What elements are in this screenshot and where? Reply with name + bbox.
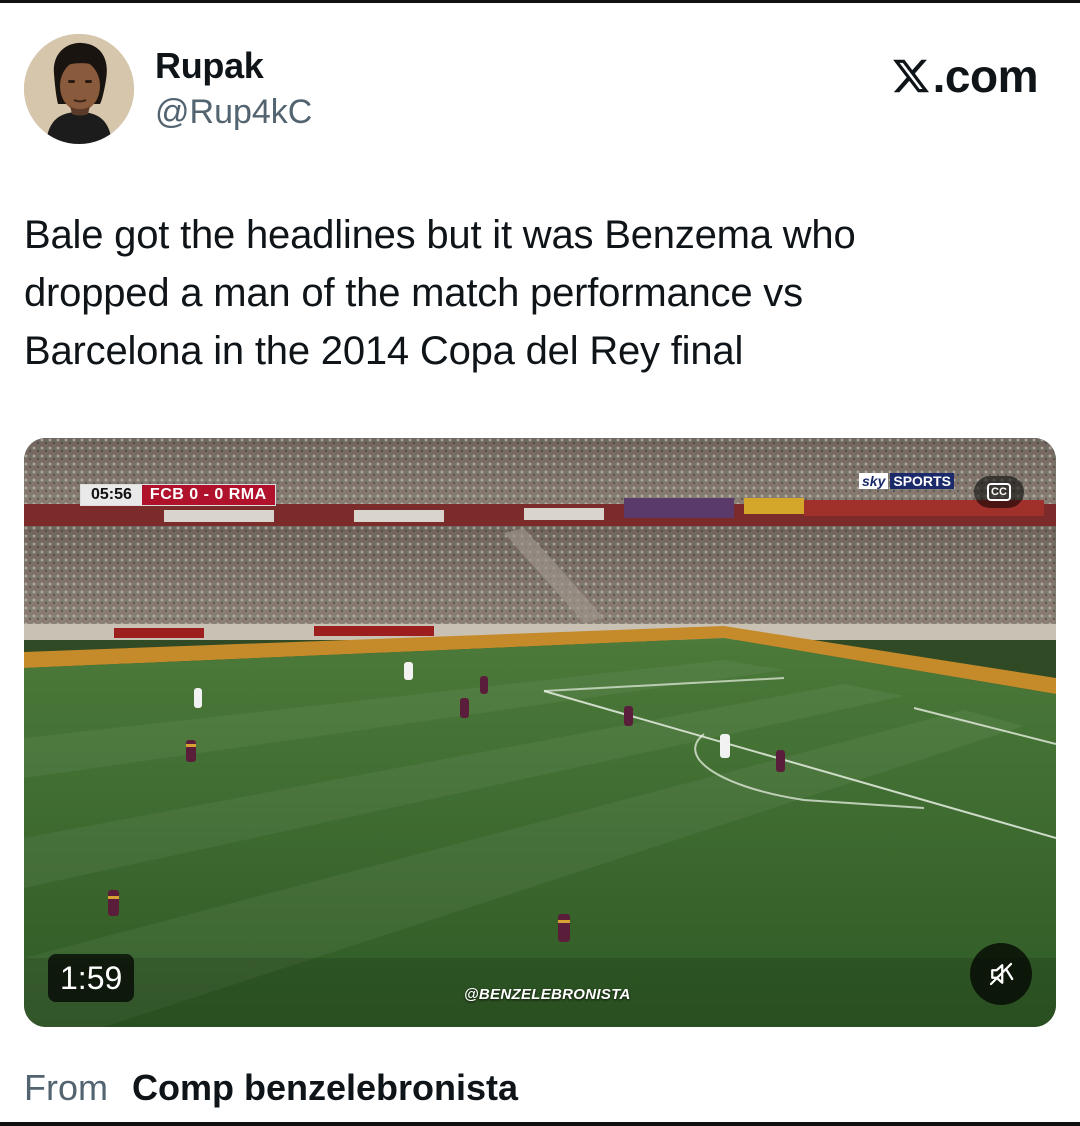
- media-source: From Comp benzelebronista: [24, 1066, 518, 1110]
- match-score: FCB 0 - 0 RMA: [141, 485, 275, 505]
- video-watermark: @BENZELEBRONISTA: [464, 986, 631, 1003]
- match-clock: 05:56: [81, 485, 142, 505]
- speaker-muted-icon: [989, 962, 1014, 986]
- avatar[interactable]: [24, 34, 134, 144]
- tweet-card: Rupak @Rup4kC .com Bale got the headline…: [0, 0, 1080, 1126]
- tweet-line: dropped a man of the match performance v…: [24, 271, 803, 315]
- author-name[interactable]: Rupak: [155, 46, 264, 86]
- x-logo-icon: [892, 59, 929, 93]
- video-duration: 1:59: [48, 954, 135, 1002]
- tweet-line: Barcelona in the 2014 Copa del Rey final: [24, 329, 744, 373]
- tweet-line: Bale got the headlines but it was Benzem…: [24, 213, 856, 257]
- x-brand-logo: .com: [891, 50, 1039, 102]
- author-handle[interactable]: @Rup4kC: [155, 92, 312, 132]
- scorebug: 05:56 FCB 0 - 0 RMA: [80, 484, 276, 506]
- top-divider: [0, 0, 1080, 3]
- source-prefix: From: [24, 1067, 108, 1108]
- broadcaster-sky: sky: [859, 473, 889, 489]
- avatar-image: [24, 34, 134, 144]
- brand-domain: .com: [932, 50, 1039, 102]
- tweet-text: Bale got the headlines but it was Benzem…: [24, 206, 1044, 380]
- captions-icon: CC: [987, 483, 1011, 501]
- broadcaster-sports: SPORTS: [890, 473, 954, 489]
- broadcaster-logo: sky SPORTS: [859, 473, 954, 489]
- mute-button[interactable]: [970, 943, 1032, 1005]
- captions-button[interactable]: CC: [974, 476, 1024, 508]
- bottom-divider: [0, 1122, 1080, 1126]
- video-player[interactable]: 05:56 FCB 0 - 0 RMA sky SPORTS CC 1:59 @…: [24, 438, 1056, 1027]
- video-frame: [24, 438, 1056, 1027]
- source-account-link[interactable]: Comp benzelebronista: [132, 1067, 518, 1108]
